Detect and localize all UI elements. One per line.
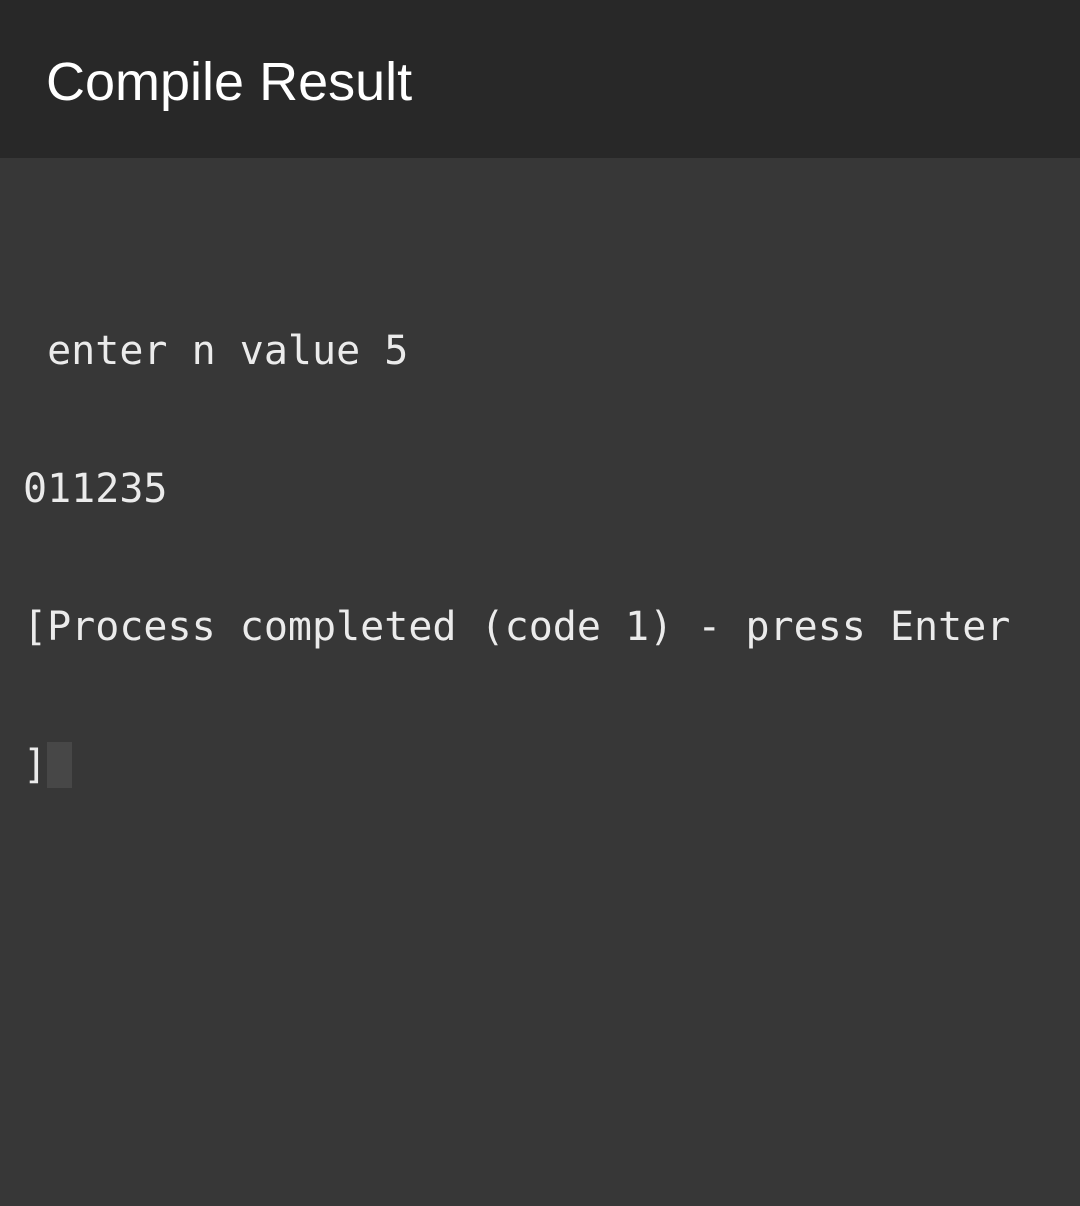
terminal-line-process-status: [Process completed (code 1) - press Ente…	[23, 604, 1011, 650]
terminal-view[interactable]: enter n value 5 011235 [Process complete…	[0, 158, 1080, 1206]
text-cursor	[47, 742, 73, 788]
app-toolbar: Compile Result	[0, 0, 1080, 158]
compile-result-screen: Compile Result enter n value 5 011235 [P…	[0, 0, 1080, 1206]
terminal-line-result: 011235	[23, 466, 168, 512]
terminal-line-prompt: enter n value 5	[23, 328, 409, 374]
terminal-output: enter n value 5 011235 [Process complete…	[23, 236, 1010, 880]
terminal-line-closing-bracket: ]	[23, 742, 1010, 788]
page-title: Compile Result	[46, 52, 413, 112]
closing-bracket-text: ]	[23, 742, 48, 788]
